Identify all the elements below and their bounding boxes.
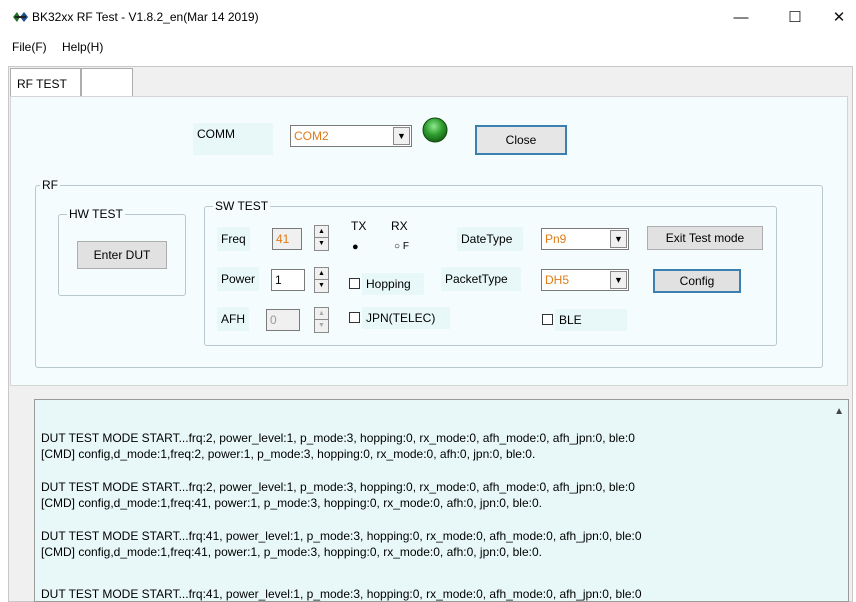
- sw-test-title: SW TEST: [213, 199, 271, 213]
- spin-up-icon: ▲: [315, 308, 328, 320]
- ble-checkbox[interactable]: [542, 314, 553, 325]
- chevron-down-icon: ▼: [610, 230, 627, 248]
- scroll-up-icon[interactable]: ▲: [834, 406, 844, 417]
- rf-group: RF HW TEST Enter DUT SW TEST Freq 41 ▲ ▼…: [35, 178, 823, 368]
- log-line: DUT TEST MODE START...frq:41, power_leve…: [41, 529, 642, 543]
- enter-dut-button[interactable]: Enter DUT: [77, 241, 167, 269]
- power-field[interactable]: 1: [271, 269, 305, 291]
- packettype-value: DH5: [545, 273, 570, 287]
- spin-up-icon[interactable]: ▲: [315, 226, 328, 238]
- title-bar: BK32xx RF Test - V1.8.2_en(Mar 14 2019) …: [0, 0, 856, 34]
- spin-down-icon[interactable]: ▼: [315, 280, 328, 292]
- datetype-value: Pn9: [545, 232, 567, 246]
- comm-port-select[interactable]: COM2 ▼: [290, 125, 412, 147]
- freq-spinner[interactable]: ▲ ▼: [314, 225, 329, 251]
- log-line: DUT TEST MODE START...frq:41, power_leve…: [41, 587, 642, 601]
- tab-strip: RF TEST: [9, 66, 849, 96]
- tx-label: TX: [351, 219, 367, 233]
- menu-bar: File(F) Help(H): [0, 36, 856, 58]
- menu-file[interactable]: File(F): [12, 40, 47, 54]
- spin-down-icon[interactable]: ▼: [315, 238, 328, 250]
- rf-test-panel: COMM COM2 ▼ Close RF HW TEST Enter DUT S…: [10, 96, 848, 386]
- rx-radio[interactable]: ○ F: [394, 241, 409, 252]
- comm-port-value: COM2: [294, 129, 329, 143]
- sw-test-group: SW TEST Freq 41 ▲ ▼ Power 1 ▲ ▼ AFH 0 ▲ …: [204, 199, 777, 346]
- app-icon: [12, 10, 29, 24]
- window-title: BK32xx RF Test - V1.8.2_en(Mar 14 2019): [32, 10, 259, 24]
- tab-rf-test[interactable]: RF TEST: [10, 68, 81, 96]
- connection-status-led: [422, 117, 448, 143]
- chevron-down-icon: ▼: [393, 127, 410, 145]
- tab-blank[interactable]: [81, 68, 133, 96]
- log-line: DUT TEST MODE START...frq:2, power_level…: [41, 431, 635, 445]
- log-line: [CMD] config,d_mode:1,freq:41, power:1, …: [41, 496, 542, 510]
- tx-radio[interactable]: ●: [352, 241, 359, 253]
- log-line: DUT TEST MODE START...frq:2, power_level…: [41, 480, 635, 494]
- comm-label: COMM: [193, 123, 273, 155]
- datetype-select[interactable]: Pn9 ▼: [541, 228, 629, 250]
- log-output[interactable]: ▲ DUT TEST MODE START...frq:2, power_lev…: [34, 399, 849, 602]
- jpn-checkbox[interactable]: [349, 312, 360, 323]
- chevron-down-icon: ▼: [610, 271, 627, 289]
- freq-field[interactable]: 41: [272, 228, 302, 250]
- hopping-checkbox[interactable]: [349, 278, 360, 289]
- exit-test-mode-button[interactable]: Exit Test mode: [647, 226, 763, 250]
- packettype-label: PacketType: [441, 267, 521, 291]
- afh-spinner: ▲ ▼: [314, 307, 329, 333]
- afh-label: AFH: [217, 307, 249, 331]
- rf-group-title: RF: [40, 178, 60, 192]
- afh-field: 0: [266, 309, 300, 331]
- packettype-select[interactable]: DH5 ▼: [541, 269, 629, 291]
- maximize-button[interactable]: ☐: [772, 6, 818, 30]
- ble-label: BLE: [555, 309, 627, 331]
- hopping-label: Hopping: [362, 273, 424, 295]
- rx-label: RX: [391, 219, 408, 233]
- close-window-button[interactable]: ✕: [816, 6, 856, 30]
- datetype-label: DateType: [457, 227, 523, 251]
- tab-rf-test-label: RF TEST: [17, 77, 67, 91]
- close-port-button[interactable]: Close: [475, 125, 567, 155]
- log-line: [CMD] config,d_mode:1,freq:2, power:1, p…: [41, 447, 536, 461]
- spin-up-icon[interactable]: ▲: [315, 268, 328, 280]
- menu-help[interactable]: Help(H): [62, 40, 103, 54]
- hw-test-title: HW TEST: [67, 207, 125, 221]
- freq-label: Freq: [217, 227, 250, 251]
- spin-down-icon: ▼: [318, 322, 325, 329]
- jpn-label: JPN(TELEC): [362, 307, 450, 329]
- minimize-button[interactable]: —: [718, 6, 764, 30]
- log-line: [CMD] config,d_mode:1,freq:41, power:1, …: [41, 545, 542, 559]
- power-spinner[interactable]: ▲ ▼: [314, 267, 329, 293]
- config-button[interactable]: Config: [653, 269, 741, 293]
- power-label: Power: [217, 267, 260, 291]
- hw-test-group: HW TEST Enter DUT: [58, 207, 186, 296]
